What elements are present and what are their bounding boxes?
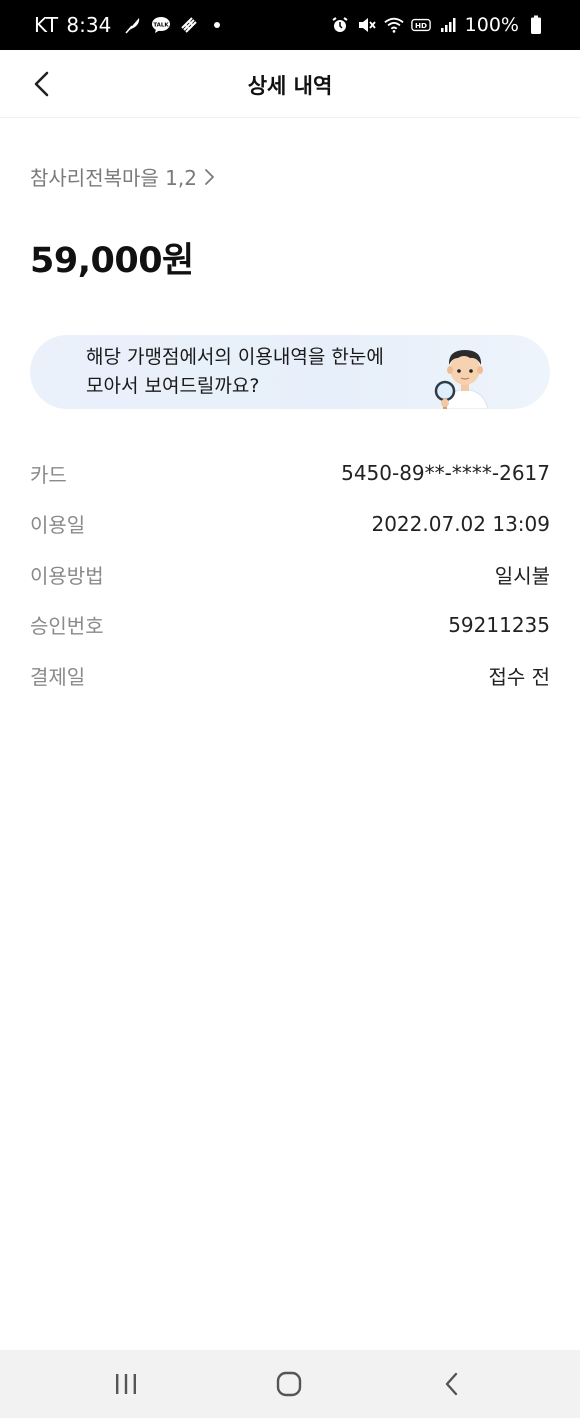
detective-illustration-icon (430, 339, 500, 409)
detail-value: 접수 전 (488, 664, 550, 689)
banner-line-2: 모아서 보여드릴까요? (86, 375, 260, 397)
merchant-history-banner[interactable]: 해당 가맹점에서의 이용내역을 한눈에 모아서 보여드릴까요? (30, 335, 550, 409)
nav-back-icon (445, 1372, 458, 1396)
clock: 8:34 (66, 13, 112, 37)
detail-value: 2022.07.02 13:09 (371, 511, 550, 536)
recent-apps-icon (116, 1374, 136, 1394)
carrier-label: KT (34, 13, 59, 37)
detail-row-method: 이용방법 일시불 (30, 549, 550, 600)
merchant-link[interactable]: 참사리전복마을 1,2 (30, 162, 215, 191)
hd-icon: HD (410, 15, 431, 35)
wifi-icon (384, 15, 404, 35)
merchant-name: 참사리전복마을 1,2 (30, 166, 197, 190)
detail-label: 이용일 (30, 513, 86, 538)
detail-row-date: 이용일 2022.07.02 13:09 (30, 499, 550, 550)
dot-icon (207, 15, 227, 35)
battery-percent: 100% (464, 14, 519, 36)
detail-row-approval: 승인번호 59211235 (30, 600, 550, 651)
home-button[interactable] (269, 1364, 309, 1404)
nav-back-button[interactable] (432, 1364, 472, 1404)
detail-label: 승인번호 (30, 614, 104, 639)
transaction-amount: 59,000원 (30, 241, 194, 281)
mute-icon (357, 15, 377, 35)
svg-text:TALK: TALK (154, 23, 170, 29)
battery-icon (526, 15, 546, 35)
system-nav-bar (0, 1350, 580, 1418)
banner-line-1: 해당 가맹점에서의 이용내역을 한눈에 (86, 346, 384, 368)
detail-row-payment-date: 결제일 접수 전 (30, 650, 550, 701)
status-right: HD 100% (330, 0, 546, 50)
home-icon (276, 1371, 302, 1397)
status-bar: KT 8:34 TALK HD 100% (0, 0, 580, 50)
status-left: KT 8:34 TALK (34, 0, 227, 50)
detail-label: 카드 (30, 462, 67, 487)
banner-text: 해당 가맹점에서의 이용내역을 한눈에 모아서 보여드릴까요? (86, 343, 384, 401)
detail-label: 결제일 (30, 664, 86, 689)
detail-label: 이용방법 (30, 563, 104, 588)
detail-row-card: 카드 5450-89**-****-2617 (30, 448, 550, 499)
detail-value: 일시불 (494, 563, 550, 588)
svg-text:HD: HD (415, 21, 427, 30)
chevron-right-icon (205, 168, 214, 185)
signal-icon (438, 15, 458, 35)
detail-value: 59211235 (448, 612, 550, 637)
talk-icon: TALK (151, 15, 171, 35)
page-title: 상세 내역 (247, 74, 333, 98)
recent-apps-button[interactable] (106, 1364, 146, 1404)
rocket-icon (179, 15, 199, 35)
detail-value: 5450-89**-****-2617 (341, 461, 550, 486)
transaction-details: 카드 5450-89**-****-2617 이용일 2022.07.02 13… (30, 448, 550, 701)
app-header: 상세 내역 (0, 50, 580, 118)
feather-icon (123, 15, 143, 35)
alarm-icon (330, 15, 350, 35)
